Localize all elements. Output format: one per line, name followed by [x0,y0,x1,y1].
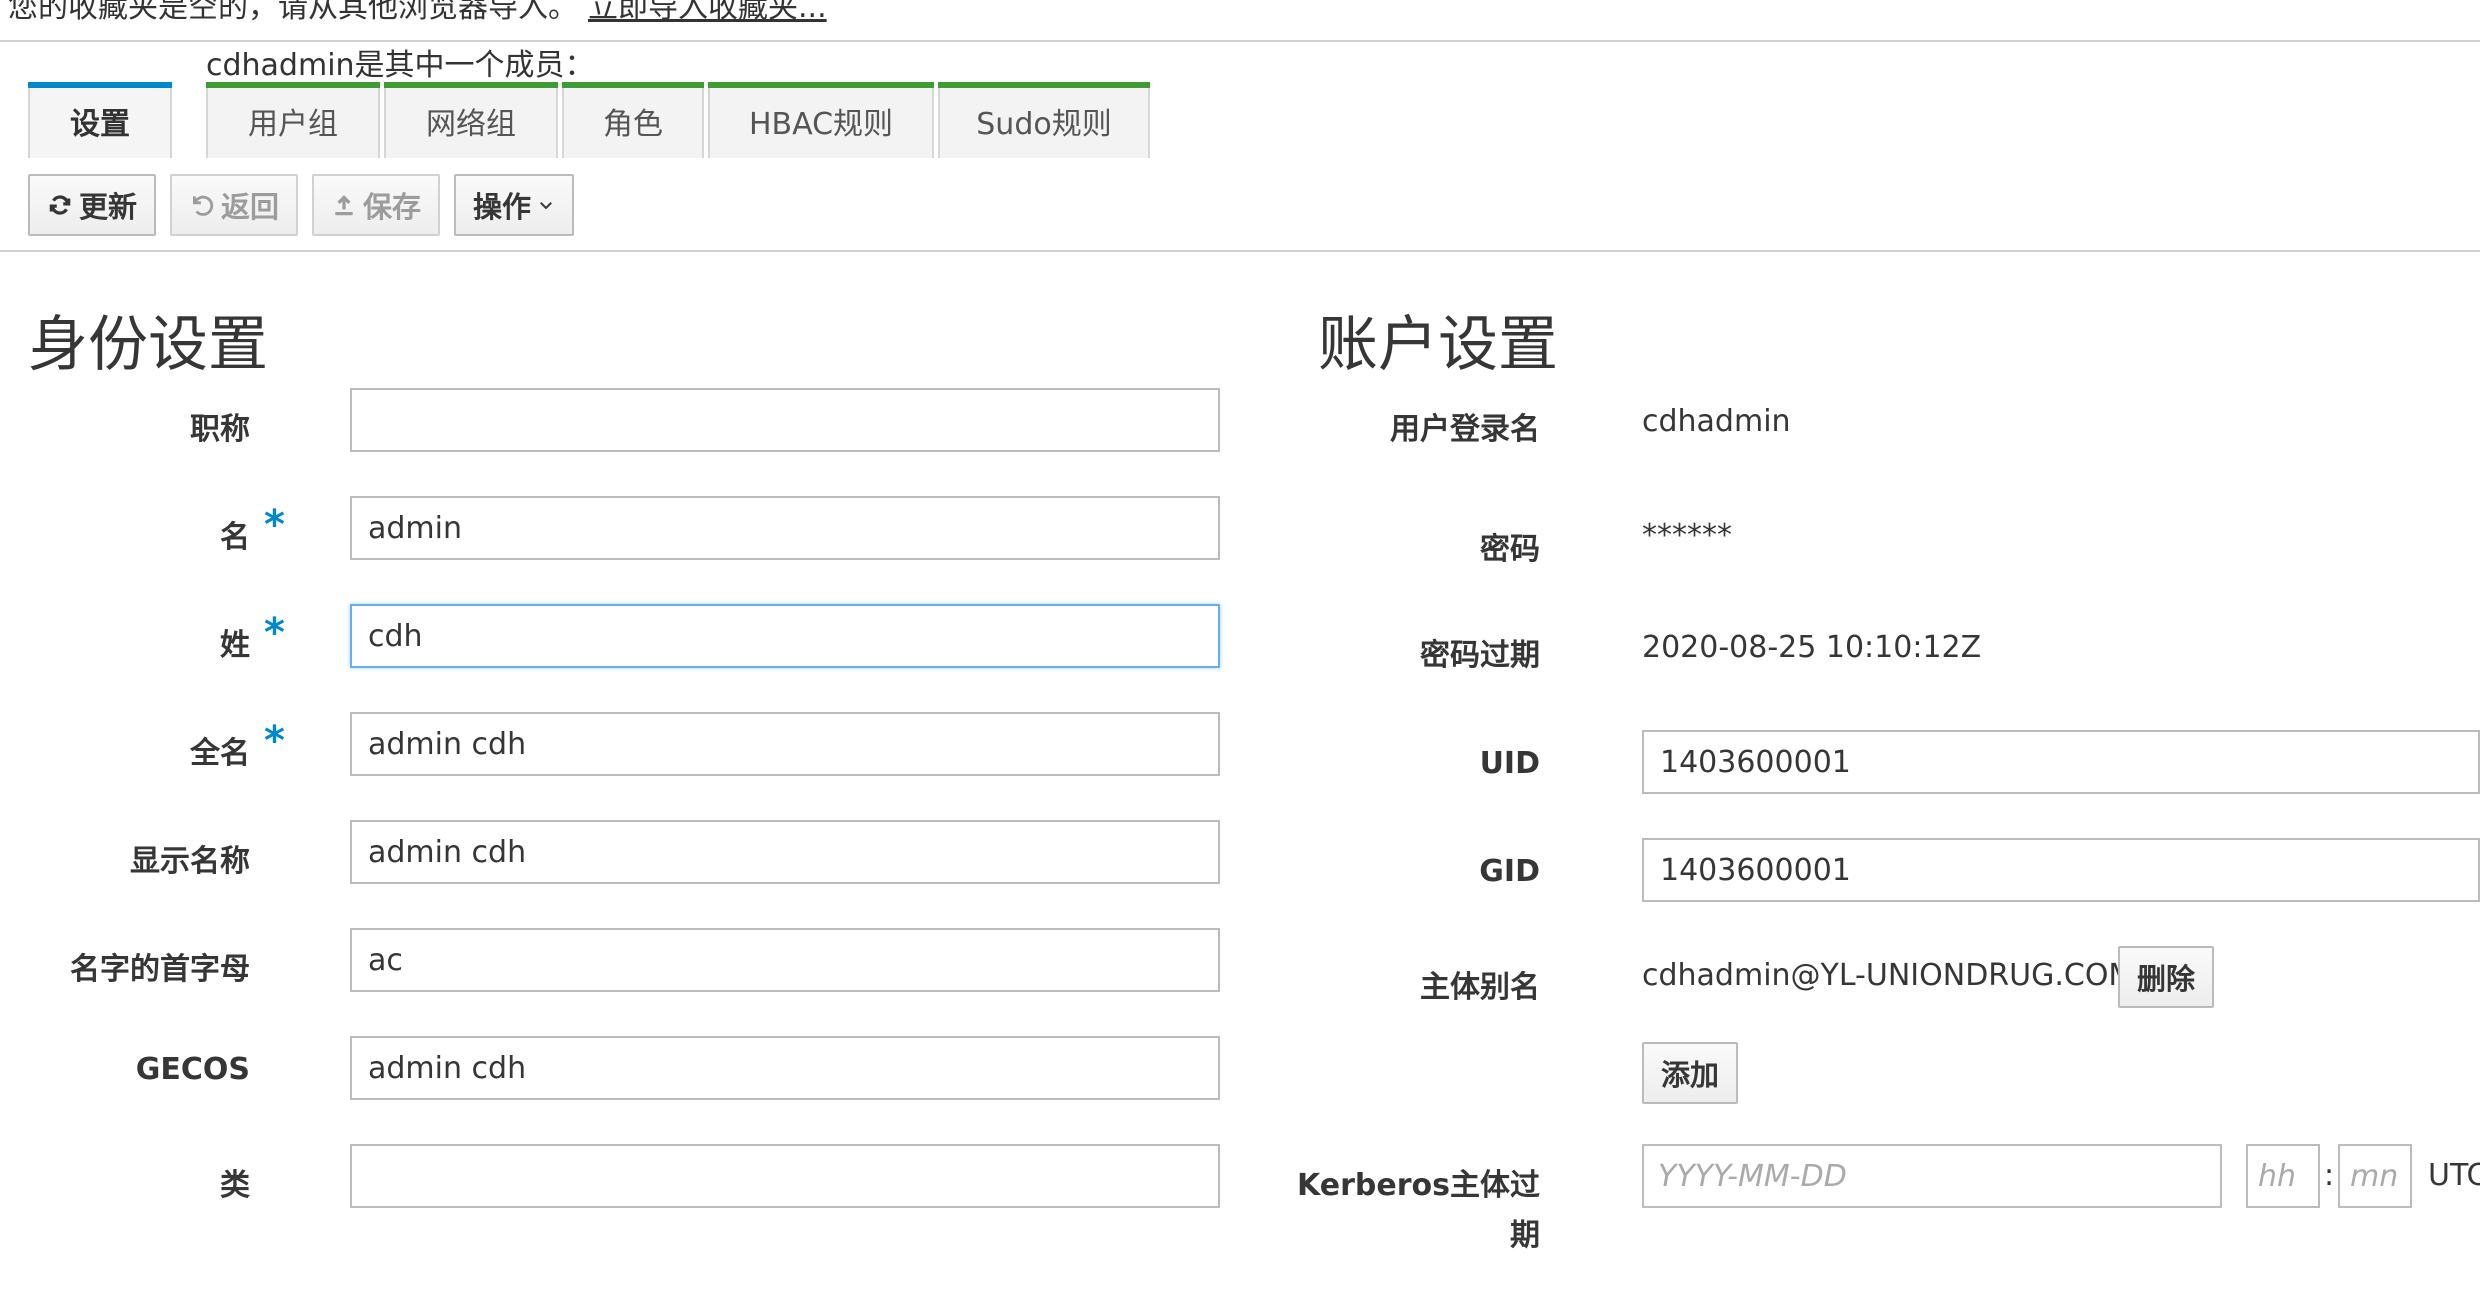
job-title-input[interactable] [350,388,1220,452]
kerberos-expiration-label-line1: Kerberos主体过 [1297,1168,1540,1203]
tab-hbac-rules[interactable]: HBAC规则 [708,82,934,158]
time-separator: : [2324,1158,2335,1193]
revert-button[interactable]: 返回 [170,174,298,236]
password-label: 密码 [1480,532,1540,567]
kerberos-expiration-hour-input[interactable] [2246,1144,2320,1208]
kerberos-expiration-label-line2: 期 [1510,1218,1540,1253]
initials-label: 名字的首字母 [70,952,250,987]
first-name-label: 名 [220,520,250,555]
tab-roles[interactable]: 角色 [562,82,704,158]
tab-user-groups[interactable]: 用户组 [206,82,380,158]
password-expiration-value: 2020-08-25 10:10:12Z [1642,630,1982,665]
full-name-input[interactable] [350,712,1220,776]
class-label: 类 [220,1168,250,1203]
delete-alias-button[interactable]: 删除 [2118,946,2214,1008]
gid-label: GID [1479,854,1540,889]
display-name-label: 显示名称 [130,844,250,879]
chevron-down-icon [540,202,552,210]
toolbar-divider [0,250,2480,252]
password-value: ****** [1642,518,1732,553]
import-bookmarks-link[interactable]: 立即导入收藏夹... [588,0,827,26]
tab-settings[interactable]: 设置 [28,82,172,158]
account-settings-title: 账户设置 [1318,310,1558,380]
initials-input[interactable] [350,928,1220,992]
job-title-label: 职称 [190,412,250,447]
first-name-input[interactable] [350,496,1220,560]
last-name-input[interactable] [350,604,1220,668]
principal-alias-value: cdhadmin@YL-UNIONDRUG.COM [1642,958,2135,993]
revert-label: 返回 [220,190,279,224]
timezone-label: UTC [2428,1158,2480,1193]
gid-input[interactable] [1642,838,2480,902]
last-name-label: 姓 [220,628,250,663]
refresh-icon [49,195,71,215]
required-indicator: * [264,718,285,764]
principal-alias-label: 主体别名 [1420,970,1540,1005]
refresh-button[interactable]: 更新 [28,174,156,236]
save-label: 保存 [362,190,421,224]
upload-icon [335,195,353,216]
tab-sudo-rules[interactable]: Sudo规则 [938,82,1150,158]
identity-settings-title: 身份设置 [28,310,268,380]
full-name-label: 全名 [190,736,250,771]
login-value: cdhadmin [1642,404,1791,439]
required-indicator: * [264,502,285,548]
kerberos-expiration-minute-input[interactable] [2338,1144,2412,1208]
gecos-input[interactable] [350,1036,1220,1100]
add-alias-button[interactable]: 添加 [1642,1042,1738,1104]
uid-label: UID [1479,746,1540,781]
kerberos-expiration-date-input[interactable] [1642,1144,2222,1208]
refresh-label: 更新 [78,190,137,224]
undo-icon [192,195,214,216]
display-name-input[interactable] [350,820,1220,884]
uid-input[interactable] [1642,730,2480,794]
class-input[interactable] [350,1144,1220,1208]
bookmarks-empty-message: 您的收藏夹是空的，请从其他浏览器导入。 [8,0,578,25]
login-label: 用户登录名 [1390,412,1540,447]
save-button[interactable]: 保存 [312,174,440,236]
actions-dropdown-button[interactable]: 操作 [454,174,574,236]
actions-label: 操作 [472,190,531,224]
tab-netgroups[interactable]: 网络组 [384,82,558,158]
gecos-label: GECOS [135,1052,250,1087]
member-of-caption: cdhadmin是其中一个成员： [206,48,595,83]
password-expiration-label: 密码过期 [1420,638,1540,673]
required-indicator: * [264,610,285,656]
bookmarks-bar: 您的收藏夹是空的，请从其他浏览器导入。 立即导入收藏夹... [0,0,2480,42]
